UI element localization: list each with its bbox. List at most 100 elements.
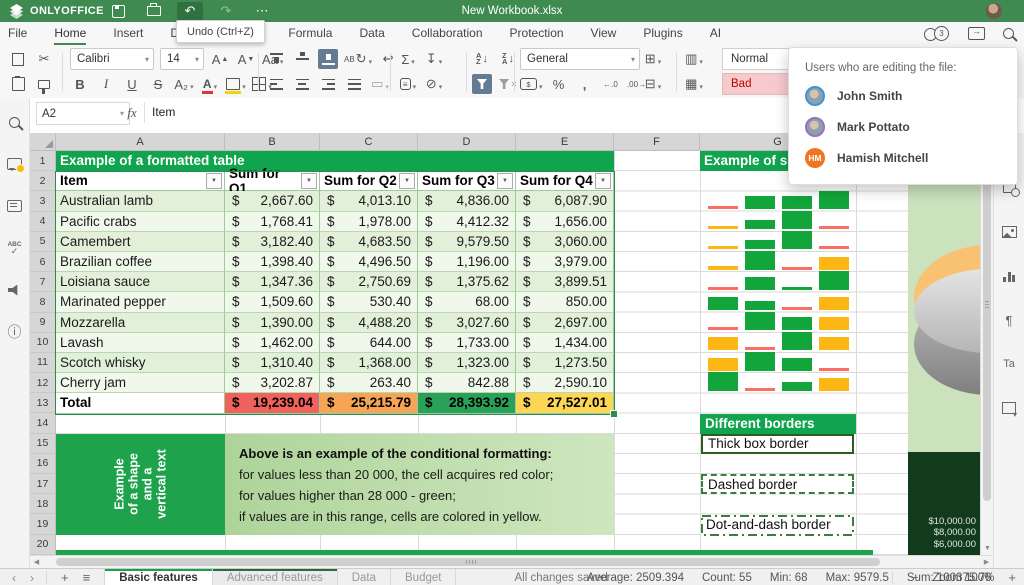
- item-name-cell[interactable]: Mozzarella: [56, 313, 225, 333]
- item-name-cell[interactable]: Cherry jam: [56, 373, 225, 393]
- amount-cell[interactable]: $2,750.69: [320, 272, 418, 292]
- item-name-cell[interactable]: Pacific crabs: [56, 212, 225, 232]
- sort-ascending-button[interactable]: AZ: [472, 49, 492, 69]
- merge-cells-button[interactable]: ▭: [370, 74, 390, 94]
- insert-function-button[interactable]: fx: [122, 102, 142, 123]
- spreadsheet-grid[interactable]: ABCDEFGH 1234567891011121314151617181920…: [30, 133, 980, 555]
- amount-cell[interactable]: $3,060.00: [516, 232, 614, 252]
- amount-cell[interactable]: $644.00: [320, 333, 418, 353]
- slicer-settings-button[interactable]: [999, 398, 1019, 418]
- horizontal-scrollbar[interactable]: ◀ ▶: [30, 555, 993, 568]
- font-color-button[interactable]: A: [200, 74, 220, 94]
- align-bottom-button[interactable]: [318, 49, 338, 69]
- align-center-button[interactable]: [292, 74, 312, 94]
- item-name-cell[interactable]: Lavash: [56, 333, 225, 353]
- amount-cell[interactable]: $6,087.90: [516, 191, 614, 211]
- dashed-border-cell[interactable]: Dashed border: [701, 474, 854, 494]
- amount-cell[interactable]: $1,462.00: [225, 333, 320, 353]
- next-sheet-button[interactable]: ›: [30, 571, 34, 585]
- item-name-cell[interactable]: Scotch whisky: [56, 353, 225, 373]
- tab-plugins[interactable]: Plugins: [643, 22, 682, 45]
- open-file-location-icon[interactable]: [968, 27, 985, 40]
- align-middle-button[interactable]: [292, 49, 312, 69]
- amount-cell[interactable]: $4,013.10: [320, 191, 418, 211]
- vertical-scrollbar[interactable]: ▼: [980, 133, 993, 555]
- zoom-out-button[interactable]: −: [911, 570, 919, 585]
- underline-button[interactable]: U: [122, 74, 142, 94]
- prev-sheet-button[interactable]: ‹: [12, 571, 16, 585]
- user-avatar[interactable]: [986, 3, 1002, 19]
- amount-cell[interactable]: $1,310.40: [225, 353, 320, 373]
- tab-protection[interactable]: Protection: [510, 22, 564, 45]
- bold-button[interactable]: B: [70, 74, 90, 94]
- row-header-3[interactable]: 3: [30, 191, 56, 211]
- more-actions-button[interactable]: [249, 2, 275, 20]
- increase-font-button[interactable]: A▲: [210, 49, 230, 69]
- paste-button[interactable]: [8, 74, 28, 94]
- row-header-5[interactable]: 5: [30, 232, 56, 252]
- column-header-E[interactable]: E: [516, 133, 614, 151]
- row-header-15[interactable]: 15: [30, 434, 56, 454]
- amount-cell[interactable]: $1,273.50: [516, 353, 614, 373]
- subscript-button[interactable]: A₂: [174, 74, 194, 94]
- cut-button[interactable]: ✂: [34, 49, 54, 69]
- amount-cell[interactable]: $1,196.00: [418, 252, 516, 272]
- amount-cell[interactable]: $4,836.00: [418, 191, 516, 211]
- spellcheck-button[interactable]: ABC: [5, 238, 25, 258]
- sparkline-cell[interactable]: [700, 252, 856, 272]
- item-name-cell[interactable]: Brazilian coffee: [56, 252, 225, 272]
- tab-insert[interactable]: Insert: [113, 22, 143, 45]
- decrease-font-button[interactable]: A▼: [236, 49, 256, 69]
- table-title-banner[interactable]: Example of a formatted table: [56, 151, 614, 171]
- decrease-decimal-button[interactable]: ←.0: [601, 74, 621, 94]
- text-art-settings-button[interactable]: [999, 354, 1019, 374]
- sparkline-cell[interactable]: [700, 212, 856, 232]
- amount-cell[interactable]: $4,496.50: [320, 252, 418, 272]
- column-header-B[interactable]: B: [225, 133, 320, 151]
- clear-filter-button[interactable]: ✕: [498, 74, 518, 94]
- align-right-button[interactable]: [318, 74, 338, 94]
- row-header-13[interactable]: 13: [30, 393, 56, 413]
- cell-reference-box[interactable]: A2: [36, 102, 130, 125]
- row-header-8[interactable]: 8: [30, 292, 56, 312]
- amount-cell[interactable]: $842.88: [418, 373, 516, 393]
- amount-cell[interactable]: $1,509.60: [225, 292, 320, 312]
- total-cell-q4[interactable]: $27,527.01: [516, 393, 614, 413]
- image-settings-button[interactable]: [999, 222, 1019, 242]
- amount-cell[interactable]: $2,590.10: [516, 373, 614, 393]
- sheet-tab-data[interactable]: Data: [338, 569, 391, 585]
- search-icon[interactable]: [1003, 28, 1014, 39]
- item-name-cell[interactable]: Marinated pepper: [56, 292, 225, 312]
- total-cell-q1[interactable]: $19,239.04: [225, 393, 320, 413]
- zoom-in-button[interactable]: +: [1008, 570, 1016, 585]
- item-name-cell[interactable]: Australian lamb: [56, 191, 225, 211]
- amount-cell[interactable]: $530.40: [320, 292, 418, 312]
- sparkline-cell[interactable]: [700, 232, 856, 252]
- amount-cell[interactable]: $3,202.87: [225, 373, 320, 393]
- select-all-corner[interactable]: [30, 133, 56, 151]
- sheet-tab-budget[interactable]: Budget: [391, 569, 456, 585]
- sparkline-cell[interactable]: [700, 313, 856, 333]
- total-label-cell[interactable]: Total: [56, 393, 225, 413]
- amount-cell[interactable]: $1,347.36: [225, 272, 320, 292]
- amount-cell[interactable]: $3,182.40: [225, 232, 320, 252]
- row-header-9[interactable]: 9: [30, 313, 56, 333]
- amount-cell[interactable]: $4,412.32: [418, 212, 516, 232]
- row-header-6[interactable]: 6: [30, 252, 56, 272]
- amount-cell[interactable]: $1,656.00: [516, 212, 614, 232]
- row-header-19[interactable]: 19: [30, 514, 56, 534]
- justify-button[interactable]: [344, 74, 364, 94]
- tab-ai[interactable]: AI: [710, 22, 721, 45]
- header-item[interactable]: Item: [56, 171, 225, 191]
- conditional-formatting-note[interactable]: Above is an example of the conditional f…: [225, 434, 614, 535]
- italic-button[interactable]: I: [96, 74, 116, 94]
- item-name-cell[interactable]: Camembert: [56, 232, 225, 252]
- comma-style-button[interactable]: ,: [575, 74, 595, 94]
- scroll-left-arrow[interactable]: ◀: [30, 556, 43, 568]
- total-cell-q2[interactable]: $25,215.79: [320, 393, 418, 413]
- text-orientation-button[interactable]: AB↻: [344, 49, 372, 69]
- autosum-button[interactable]: Σ: [398, 49, 418, 69]
- dot-dash-border-cell[interactable]: Dot-and-dash border: [701, 515, 854, 535]
- filter-dropdown-icon[interactable]: [206, 173, 222, 189]
- sort-descending-button[interactable]: ZA: [498, 49, 518, 69]
